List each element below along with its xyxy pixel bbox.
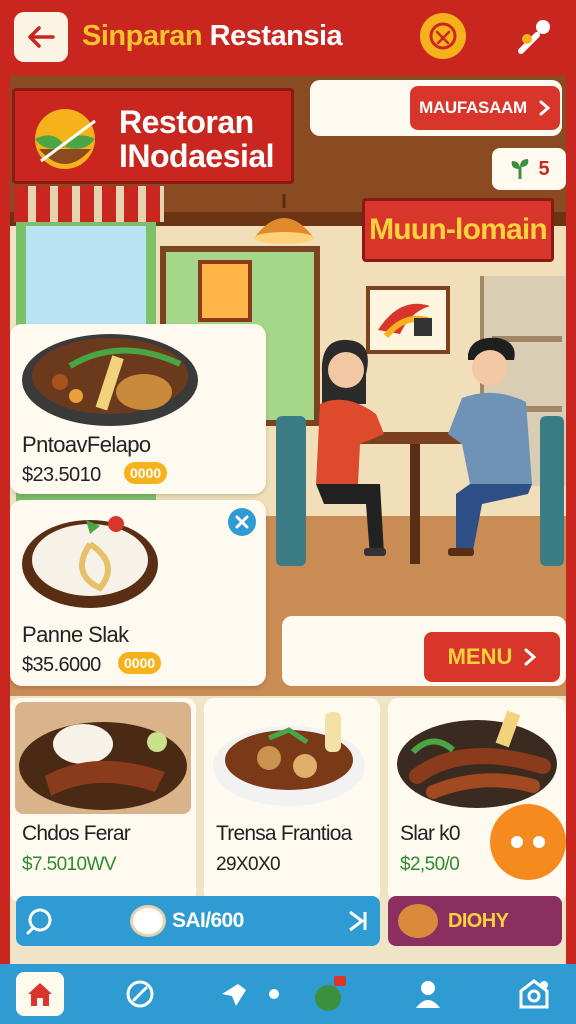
dish-name: Trensa Frantioa xyxy=(216,822,352,845)
dish-image xyxy=(22,516,158,608)
dish-rating-tag: 0000 xyxy=(124,462,168,484)
dish-price: 29X0X0 xyxy=(216,854,281,875)
bird-icon xyxy=(222,984,246,1006)
restaurant-logo: Restoran INodaesial xyxy=(12,88,294,184)
dish-price: $2,50/0 xyxy=(400,854,460,875)
nav-profile[interactable] xyxy=(404,972,452,1016)
chair-right xyxy=(540,416,564,566)
dish-name: Slar k0 xyxy=(400,822,461,845)
user-share-icon xyxy=(518,20,550,54)
fab-dot xyxy=(533,836,545,848)
play-icon xyxy=(349,910,367,932)
dish-price: $23.5010 xyxy=(22,464,101,486)
app-bar: Sinparan Restansia xyxy=(0,0,576,76)
dish-price: $35.6000 xyxy=(22,654,101,676)
back-button[interactable] xyxy=(14,12,68,62)
rice-thumbnail xyxy=(130,905,166,937)
app-title-part1: Sinparan xyxy=(82,20,203,52)
dish-card[interactable]: PntoavFelapo $23.5010 0000 xyxy=(10,324,266,494)
fab-dot xyxy=(511,836,523,848)
dish-thumbnail xyxy=(398,904,438,938)
restaurant-emblem-icon xyxy=(35,109,96,169)
woman-diner-illustration xyxy=(316,339,386,556)
dish-rating-tag: 0000 xyxy=(118,652,162,674)
chat-fab-button[interactable] xyxy=(490,804,566,880)
home-icon xyxy=(28,983,52,1006)
location-icon xyxy=(519,979,549,1009)
back-arrow-icon xyxy=(28,26,55,48)
dish-card[interactable]: Panne Slak $35.6000 0000 xyxy=(10,500,266,686)
dish-image xyxy=(15,702,191,814)
nav-separator xyxy=(262,972,286,1016)
search-label: SAI/600 xyxy=(172,909,244,932)
menu-button[interactable]: MENU xyxy=(424,632,560,682)
extra-dish-button[interactable]: DIOHY xyxy=(388,896,562,946)
close-button[interactable] xyxy=(228,508,256,536)
nav-chat[interactable] xyxy=(306,972,354,1016)
dining-table-leg xyxy=(410,444,420,564)
top-menu-button[interactable]: MAUFASAAM xyxy=(410,86,560,130)
chat-icon xyxy=(315,976,346,1011)
extra-dish-label: DIOHY xyxy=(448,910,509,932)
scene-awning xyxy=(14,186,164,222)
nav-home[interactable] xyxy=(16,972,64,1016)
sprout-icon xyxy=(512,159,529,179)
dish-price: $7.5010WV xyxy=(22,854,116,875)
nav-location[interactable] xyxy=(510,972,558,1016)
compass-icon xyxy=(126,980,154,1008)
dish-name: PntoavFelapo xyxy=(22,432,151,457)
bottom-navigation xyxy=(0,964,576,1024)
app-title-part2: Restansia xyxy=(209,20,343,52)
dish-name: Chdos Ferar xyxy=(22,822,131,845)
man-diner-illustration xyxy=(448,337,532,556)
profile-icon xyxy=(416,981,440,1008)
share-button[interactable] xyxy=(510,12,560,62)
restaurant-scene: Restoran INodaesial MAUFASAAM 5 Muun-lom… xyxy=(10,76,566,964)
restaurant-name-line1: Restoran xyxy=(119,104,254,140)
menu-button-label: MENU xyxy=(447,644,513,669)
dish-card[interactable]: Chdos Ferar $7.5010WV xyxy=(10,698,196,902)
wall-poster xyxy=(198,260,252,322)
nav-favorites[interactable] xyxy=(210,972,258,1016)
dish-name: Panne Slak xyxy=(22,622,129,647)
sprout-counter-value: 5 xyxy=(538,157,550,180)
search-bar[interactable]: SAI/600 xyxy=(16,896,380,946)
chevron-right-icon xyxy=(524,648,537,666)
dish-card[interactable]: Trensa Frantioa 29X0X0 xyxy=(204,698,380,902)
app-title: Sinparan Restansia xyxy=(82,20,343,53)
dish-image xyxy=(213,712,365,806)
restaurant-name: Restoran INodaesial xyxy=(119,105,294,173)
lamp-illustration xyxy=(254,194,314,244)
star-badge-icon xyxy=(429,22,457,50)
search-icon xyxy=(26,908,52,935)
chevron-right-icon xyxy=(539,100,551,116)
dish-image xyxy=(22,334,198,426)
sprout-counter[interactable]: 5 xyxy=(492,148,566,190)
star-badge-button[interactable] xyxy=(420,13,466,59)
close-icon xyxy=(235,515,249,529)
dish-image xyxy=(397,710,557,808)
dot-icon xyxy=(269,989,279,999)
top-menu-button-label: MAUFASAAM xyxy=(419,98,527,117)
nav-explore[interactable] xyxy=(116,972,164,1016)
restaurant-name-line2: INodaesial xyxy=(119,138,275,174)
hanging-sign: Muun-lomain xyxy=(362,198,554,262)
